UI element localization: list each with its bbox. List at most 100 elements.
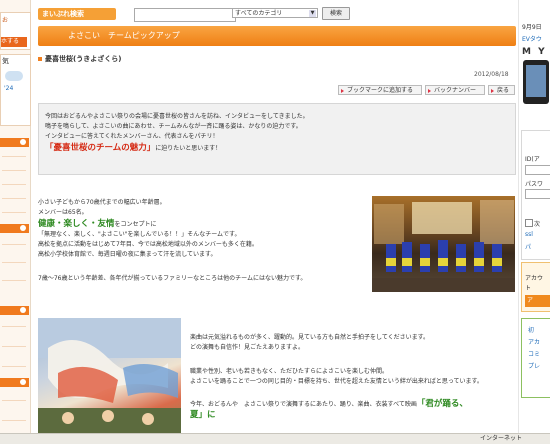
intro-highlight: 「憂喜世桜のチームの魅力」 xyxy=(45,143,156,153)
menu-link-3[interactable]: コミ xyxy=(528,349,540,358)
paragraph: 楽曲は元気溢れるものが多く、躍動的。見ている方も自然と手拍子をしてくださいます。 xyxy=(190,334,430,341)
paragraph: よさこいを踊ることで一つの同じ目的・目標を持ち、世代を超えた友情という絆が出来れ… xyxy=(190,378,483,385)
dancers-illustration xyxy=(372,200,515,292)
sidebar-header-1 xyxy=(0,138,29,147)
team-photo-2 xyxy=(38,318,181,443)
right-news-link[interactable]: EVタウ xyxy=(522,34,542,43)
password-label: パスワ xyxy=(525,181,544,188)
divider xyxy=(2,212,26,213)
bookmark-button[interactable]: ブックマークに追加する xyxy=(338,85,422,95)
movie-title-highlight: 「君が踊る、 xyxy=(416,399,468,409)
divider xyxy=(2,326,26,327)
paragraph: 小さい子どもから70歳代までの幅広い年齢層。 xyxy=(38,199,166,206)
divider xyxy=(2,184,26,185)
arrow-right-icon xyxy=(341,89,344,93)
circle-icon xyxy=(20,225,26,231)
id-label: ID(ア xyxy=(525,156,540,163)
paragraph: 高松小学校体育館で、毎週日曜の夜に集まって汗を流しています。 xyxy=(38,251,217,258)
concept-highlight: 健康・楽しく・友情 xyxy=(38,219,115,229)
paragraph: メンバーは65名。 xyxy=(38,209,88,216)
paragraph: 職業や性別、老いも若きもなく、ただひたすらによさこいを楽しむ仲間。 xyxy=(190,368,389,375)
section-2-text: 楽曲は元気溢れるものが多く、躍動的。見ている方も自然と手拍子をしてくださいます。… xyxy=(190,333,516,421)
promo-text-1: アカウ xyxy=(525,275,544,282)
team-photo-1 xyxy=(372,196,515,292)
concept-line: 健康・楽しく・友情をコンセプトに xyxy=(38,219,368,230)
article-subtitle-text: 憂喜世桜(うきよざくら) xyxy=(45,55,122,63)
phone-screen xyxy=(526,65,546,97)
divider xyxy=(2,244,26,245)
paragraph: 夏」に xyxy=(190,410,516,421)
back-number-label: バックナンバー xyxy=(434,87,477,94)
menu-link-4[interactable]: プレ xyxy=(528,361,540,370)
paragraph-text: 今年、おどるんや よさこい祭りで演舞するにあたり、踊り、楽曲、衣装すべて映画 xyxy=(190,401,417,408)
remember-checkbox[interactable] xyxy=(525,219,533,227)
forgot-link[interactable]: パ xyxy=(525,242,531,251)
divider xyxy=(2,262,26,263)
register-button[interactable]: ア xyxy=(525,295,550,307)
cloud-icon xyxy=(5,71,23,81)
intro-line-1: 今回はおどるんやよさこい祭りの会場に憂喜世桜の皆さんを訪ね、インタビューをしてき… xyxy=(45,113,309,120)
back-button[interactable]: 戻る xyxy=(488,85,515,95)
left-sidebar: お ホする 気 '24 xyxy=(0,0,31,443)
search-input[interactable] xyxy=(134,8,236,22)
paragraph: 今年、おどるんや よさこい祭りで演舞するにあたり、踊り、楽曲、衣装すべて映画「君… xyxy=(190,399,516,410)
section-1-text: 小さい子どもから70歳代までの幅広い年齢層。 メンバーは65名。 健康・楽しく・… xyxy=(38,198,368,284)
page-title: よさこい チームピックアップ xyxy=(38,26,516,46)
site-logo[interactable]: まいぷれ検索 xyxy=(38,8,116,20)
menu-link-2[interactable]: アカ xyxy=(528,337,540,346)
search-button[interactable]: 検索 xyxy=(322,7,350,20)
menu-link-1[interactable]: 初 xyxy=(528,325,534,334)
intro-line-2: 鳴子を鳴らして、よさこいの曲にあわせ、チームみんなが一斉に踊る姿は、かなりの迫力… xyxy=(45,123,302,130)
arrow-right-icon xyxy=(491,89,494,93)
account-promo: アカウ ト ア xyxy=(521,262,550,312)
id-input[interactable] xyxy=(525,165,550,175)
bullet-icon xyxy=(38,57,42,61)
article-subtitle: 憂喜世桜(うきよざくら) xyxy=(38,54,121,64)
status-bar: インターネット xyxy=(0,433,550,444)
bookmark-label: ブックマークに追加する xyxy=(347,87,414,94)
circle-icon xyxy=(20,379,26,385)
intro-line-4: 「憂喜世桜のチームの魅力」に迫りたいと思います！ xyxy=(45,143,509,154)
sidebar-box-top: お ホする xyxy=(0,12,31,50)
right-brand: M Y xyxy=(522,47,547,57)
circle-icon xyxy=(20,139,26,145)
sidebar-header-4 xyxy=(0,378,29,387)
remember-label: 次 xyxy=(534,221,541,228)
back-number-button[interactable]: バックナンバー xyxy=(425,85,485,95)
paragraph: 高松を拠点に活動をはじめて7年目、今では高松地域以外のメンバーも多く在籍。 xyxy=(38,241,258,248)
divider xyxy=(2,346,26,347)
weather-box: 気 '24 xyxy=(0,54,31,126)
sidebar-item-1[interactable]: お xyxy=(2,15,8,24)
flags-illustration xyxy=(38,318,181,443)
weather-temp: '24 xyxy=(4,85,14,92)
login-box: ID(ア パスワ 次 ssl パ xyxy=(521,130,550,260)
ssl-link[interactable]: ssl xyxy=(525,231,533,238)
divider xyxy=(2,156,26,157)
paragraph: 「無理なく、楽しく、"よさこい"を楽しんでいる！！」そんなチームです。 xyxy=(38,231,241,238)
chevron-down-icon: ▼ xyxy=(309,10,316,17)
menu-box: 初 アカ コミ プレ xyxy=(521,318,550,398)
divider xyxy=(2,400,26,401)
sidebar-header-2 xyxy=(0,224,29,233)
paragraph: 7歳〜76歳という年齢差、各年代が揃っているファミリーなところは他のチームにはな… xyxy=(38,275,307,282)
divider xyxy=(2,280,26,281)
promo-text-2: ト xyxy=(525,285,532,292)
category-select-value: すべてのカテゴリ xyxy=(235,10,283,17)
divider xyxy=(2,366,26,367)
category-select[interactable]: すべてのカテゴリ ▼ xyxy=(232,8,318,18)
concept-suffix: をコンセプトに xyxy=(114,221,157,228)
sidebar-item-2[interactable]: ホする xyxy=(1,37,27,47)
divider xyxy=(2,170,26,171)
paragraph: どの演舞も自信作！見ごたえありますよ。 xyxy=(190,344,305,351)
arrow-right-icon xyxy=(428,89,431,93)
intro-box: 今回はおどるんやよさこい祭りの会場に憂喜世桜の皆さんを訪ね、インタビューをしてき… xyxy=(38,103,516,175)
intro-line-4-suffix: に迫りたいと思います！ xyxy=(155,145,222,152)
phone-image xyxy=(523,60,549,104)
divider xyxy=(2,420,26,421)
article-date: 2012/08/18 xyxy=(474,71,509,78)
divider xyxy=(2,198,26,199)
movie-title-highlight-2: 夏」に xyxy=(190,410,216,420)
intro-line-3: インタビューに答えてくれたメンバーさん、代表さんをパチリ！ xyxy=(45,133,219,140)
password-input[interactable] xyxy=(525,189,550,199)
back-label: 戻る xyxy=(497,87,510,94)
